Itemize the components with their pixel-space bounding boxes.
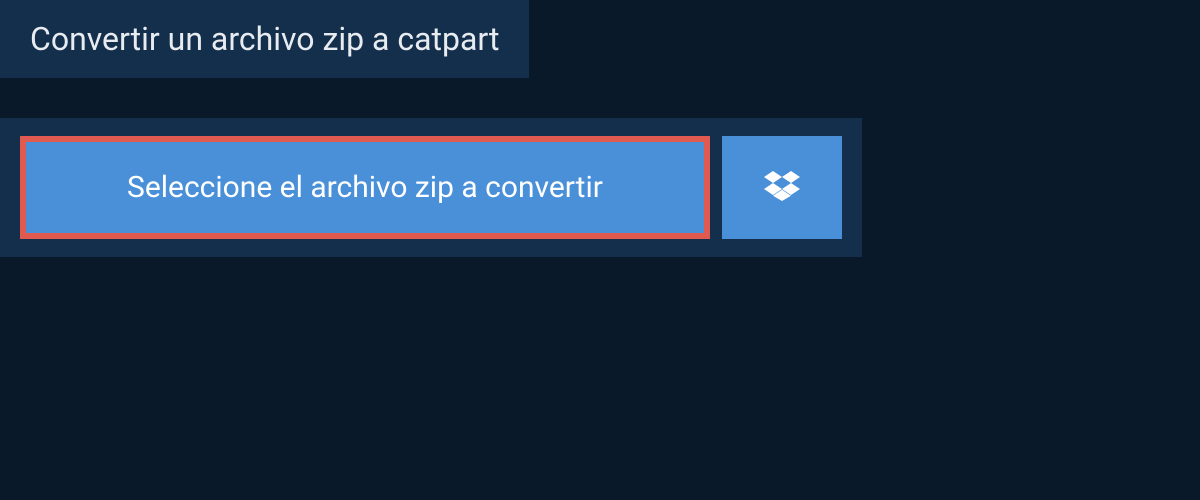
header-tab: Convertir un archivo zip a catpart: [0, 0, 529, 78]
dropbox-icon: [764, 168, 800, 208]
select-file-label: Seleccione el archivo zip a convertir: [127, 170, 603, 205]
select-file-button[interactable]: Seleccione el archivo zip a convertir: [20, 136, 710, 239]
page-title: Convertir un archivo zip a catpart: [30, 20, 499, 58]
upload-panel: Seleccione el archivo zip a convertir: [0, 118, 862, 257]
dropbox-button[interactable]: [722, 136, 842, 239]
